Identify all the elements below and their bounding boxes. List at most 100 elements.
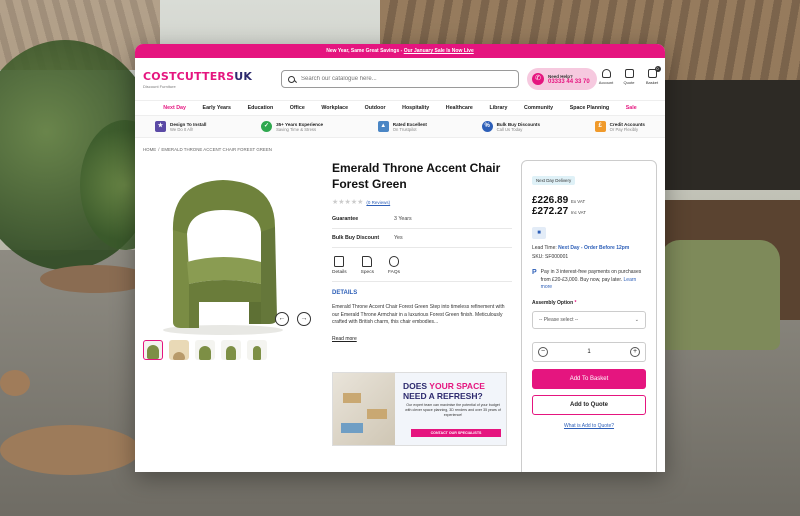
lead-time: Lead Time: Next Day - Order Before 12pm [532, 245, 646, 251]
lead-value: Next Day - Order Before 12pm [558, 245, 630, 251]
nav-item-outdoor[interactable]: Outdoor [365, 105, 386, 111]
prev-image-button[interactable]: ← [275, 312, 289, 326]
usp-title: Bulk Buy Discounts [496, 121, 541, 127]
nav-item-space-planning[interactable]: Space Planning [570, 105, 609, 111]
price-ex-vat: £226.89 Ex VAT [532, 195, 646, 206]
contact-specialists-button[interactable]: CONTACT OUR SPECIALISTS [411, 429, 501, 437]
search-input[interactable] [301, 76, 501, 82]
usp-title: Credit Accounts [609, 121, 645, 127]
basket-count: 0 [654, 66, 661, 72]
site-header: COSTCUTTERSUK Discount Furniture ✆ Need … [135, 58, 665, 100]
tab-label: FAQs [388, 270, 401, 275]
price-ex-label: Ex VAT [570, 199, 586, 204]
price-ex-value: £226.89 [532, 195, 569, 206]
details-icon [334, 256, 345, 267]
sku: SKU: SF000001 [532, 254, 569, 260]
nav-item-office[interactable]: Office [290, 105, 305, 111]
quote-label: Quote [623, 80, 635, 85]
thumbnail[interactable] [247, 340, 267, 360]
document-icon [362, 256, 373, 267]
usp-sub: Call Us Today [496, 126, 523, 132]
site-logo[interactable]: COSTCUTTERSUK Discount Furniture [143, 70, 252, 89]
help-phone: 03333 44 33 70 [548, 78, 590, 85]
what-is-quote-link[interactable]: What is Add to Quote? [532, 423, 646, 429]
nav-item-next-day[interactable]: Next Day [163, 105, 186, 111]
office-render-image [333, 373, 395, 445]
breadcrumb-sep: / [158, 147, 160, 152]
buy-box: Next Day Delivery £226.89 Ex VAT £272.27… [521, 160, 657, 472]
rating: ★★★★★ (0 Reviews) [332, 198, 512, 206]
quantity-stepper: − 1 + [532, 341, 646, 362]
price-inc-value: £272.27 [532, 206, 569, 217]
usp-bulk: % Bulk Buy Discounts Call Us Today [481, 121, 541, 132]
usp-title: 35+ Years Experience [276, 121, 324, 127]
nav-item-hospitality[interactable]: Hospitality [402, 105, 429, 111]
breadcrumb-home[interactable]: HOME [143, 147, 156, 152]
basket-icon: 0 [647, 66, 661, 78]
details-heading: DETAILS [332, 290, 358, 296]
nav-item-workplace[interactable]: Workplace [321, 105, 348, 111]
thumbnail[interactable] [221, 340, 241, 360]
spec-key: Bulk Buy Discount [332, 235, 380, 241]
user-icon [601, 69, 611, 78]
product-gallery: ← → [143, 162, 318, 392]
tab-faqs[interactable]: FAQs [388, 256, 400, 275]
quote-icon [624, 69, 634, 78]
search-bar[interactable] [281, 70, 519, 88]
increase-qty-button[interactable]: + [630, 346, 640, 357]
nav-item-healthcare[interactable]: Healthcare [446, 105, 473, 111]
nav-item-library[interactable]: Library [489, 105, 507, 111]
nav-item-early-years[interactable]: Early Years [203, 105, 231, 111]
decrease-qty-button[interactable]: − [538, 346, 548, 357]
chat-icon [389, 256, 400, 267]
banner-line1a: DOES [403, 381, 430, 391]
tab-details[interactable]: Details [332, 256, 347, 275]
spec-row: Guarantee 3 Years [332, 216, 512, 222]
next-day-badge: Next Day Delivery [532, 176, 576, 185]
promo-link[interactable]: Our January Sale Is Now Live [404, 48, 474, 54]
banner-heading: DOES YOUR SPACE NEED A REFRESH? [403, 381, 485, 401]
quantity-value[interactable]: 1 [587, 349, 590, 355]
help-phone-button[interactable]: ✆ Need Help? 03333 44 33 70 [527, 68, 597, 90]
thumbnail[interactable] [143, 340, 163, 360]
nav-item-education[interactable]: Education [248, 105, 274, 111]
product-title: Emerald Throne Accent Chair Forest Green [332, 161, 501, 191]
assembly-label: Assembly Option * [532, 300, 646, 306]
product-description: Emerald Throne Accent Chair Forest Green… [332, 304, 505, 325]
assembly-label-text: Assembly Option [532, 299, 574, 306]
spec-key: Guarantee [332, 216, 359, 222]
nav-item-community[interactable]: Community [524, 105, 553, 111]
usp-credit: £ Credit Accounts Or Pay Flexibly [594, 121, 645, 132]
account-button[interactable]: Account [599, 69, 613, 85]
usp-sub: We Do It All! [170, 126, 193, 132]
phone-icon: ✆ [532, 73, 544, 85]
add-to-quote-button[interactable]: Add to Quote [532, 394, 646, 415]
assembly-select-value: -- Please select -- [539, 316, 579, 323]
assembly-select[interactable]: -- Please select -- ⌄ [532, 310, 646, 329]
product-image[interactable] [153, 172, 293, 336]
paypal-info: P Pay in 3 interest-free payments on pur… [532, 269, 646, 292]
add-to-basket-button[interactable]: Add To Basket [532, 368, 646, 389]
nav-item-sale[interactable]: Sale [626, 105, 637, 111]
spec-value: Yes [394, 235, 403, 241]
quote-button[interactable]: Quote [622, 69, 636, 85]
tab-specs[interactable]: Specs [361, 256, 374, 275]
usp-title: Design To Install [170, 121, 207, 127]
read-more-link[interactable]: Read more [332, 336, 357, 342]
tab-label: Specs [360, 270, 375, 275]
usp-sub: Or Pay Flexibly [609, 126, 639, 132]
thumbnail-strip [143, 340, 267, 360]
check-icon: ✓ [261, 121, 273, 132]
percent-icon: % [481, 121, 493, 132]
thumbnail[interactable] [195, 340, 215, 360]
browser-window: New Year, Same Great Savings - Our Janua… [135, 44, 665, 472]
thumbnail[interactable] [169, 340, 189, 360]
thumbs-up-icon: ▲ [377, 121, 389, 132]
basket-button[interactable]: 0 Basket [645, 66, 661, 85]
space-planning-banner[interactable]: DOES YOUR SPACE NEED A REFRESH? Our exper… [332, 372, 507, 446]
search-icon [288, 75, 295, 83]
next-image-button[interactable]: → [297, 312, 311, 326]
usp-sub: On Trustpilot [392, 126, 417, 132]
pound-icon: £ [594, 121, 606, 132]
reviews-link[interactable]: (0 Reviews) [366, 200, 390, 205]
